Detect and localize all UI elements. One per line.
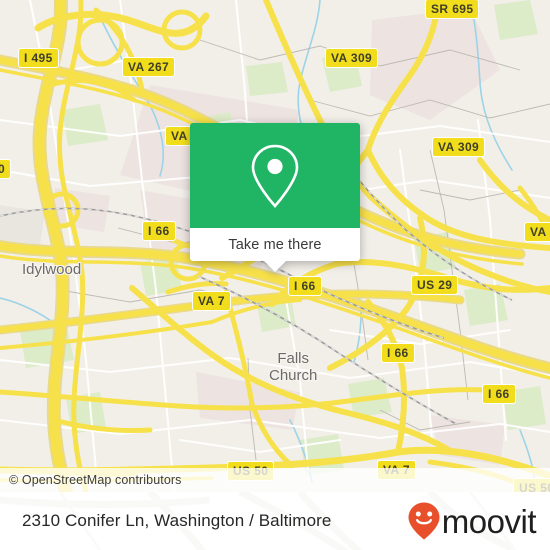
place-label-idylwood: Idylwood <box>22 261 82 278</box>
moovit-logo: moovit <box>407 501 537 541</box>
highway-shield-i66-west[interactable]: I 66 <box>142 221 176 241</box>
highway-shield-va7-center[interactable]: VA 7 <box>192 291 231 311</box>
highway-shield-i66-south[interactable]: I 66 <box>381 343 415 363</box>
callout-pointer <box>264 261 286 272</box>
highway-shield-va309-east[interactable]: VA 309 <box>432 137 486 157</box>
highway-shield-va-edge[interactable]: VA <box>524 222 550 242</box>
place-label-falls-church: Falls Church <box>269 350 317 384</box>
card-header <box>190 123 360 228</box>
location-callout-card[interactable]: Take me there <box>190 123 360 272</box>
highway-shield-i66-center[interactable]: I 66 <box>288 276 322 296</box>
footer-bar: 2310 Conifer Ln, Washington / Baltimore … <box>0 492 550 550</box>
highway-shield-sr695[interactable]: SR 695 <box>425 0 480 19</box>
highway-shield-us29[interactable]: US 29 <box>411 275 459 295</box>
highway-shield-left-edge[interactable]: 0 <box>0 159 12 179</box>
attribution-text: © OpenStreetMap contributors <box>9 473 182 487</box>
address-label: 2310 Conifer Ln, Washington / Baltimore <box>22 511 332 530</box>
place-label-line: Church <box>269 367 318 384</box>
moovit-pin-smile-icon <box>408 502 440 540</box>
map-attribution: © OpenStreetMap contributors <box>0 468 550 492</box>
highway-shield-i495[interactable]: I 495 <box>18 48 59 68</box>
moovit-wordmark: moovit <box>441 502 537 540</box>
moovit-map-screenshot: .rd { fill:none; stroke:#F7E14A; stroke-… <box>0 0 550 550</box>
take-me-there-button[interactable]: Take me there <box>190 228 360 272</box>
highway-shield-i66-east[interactable]: I 66 <box>482 384 516 404</box>
place-label-line: Falls <box>277 350 310 367</box>
highway-shield-va309-north[interactable]: VA 309 <box>325 48 379 68</box>
take-me-there-label: Take me there <box>228 236 322 253</box>
map-pin-icon <box>251 144 299 208</box>
highway-shield-va267[interactable]: VA 267 <box>122 57 176 77</box>
